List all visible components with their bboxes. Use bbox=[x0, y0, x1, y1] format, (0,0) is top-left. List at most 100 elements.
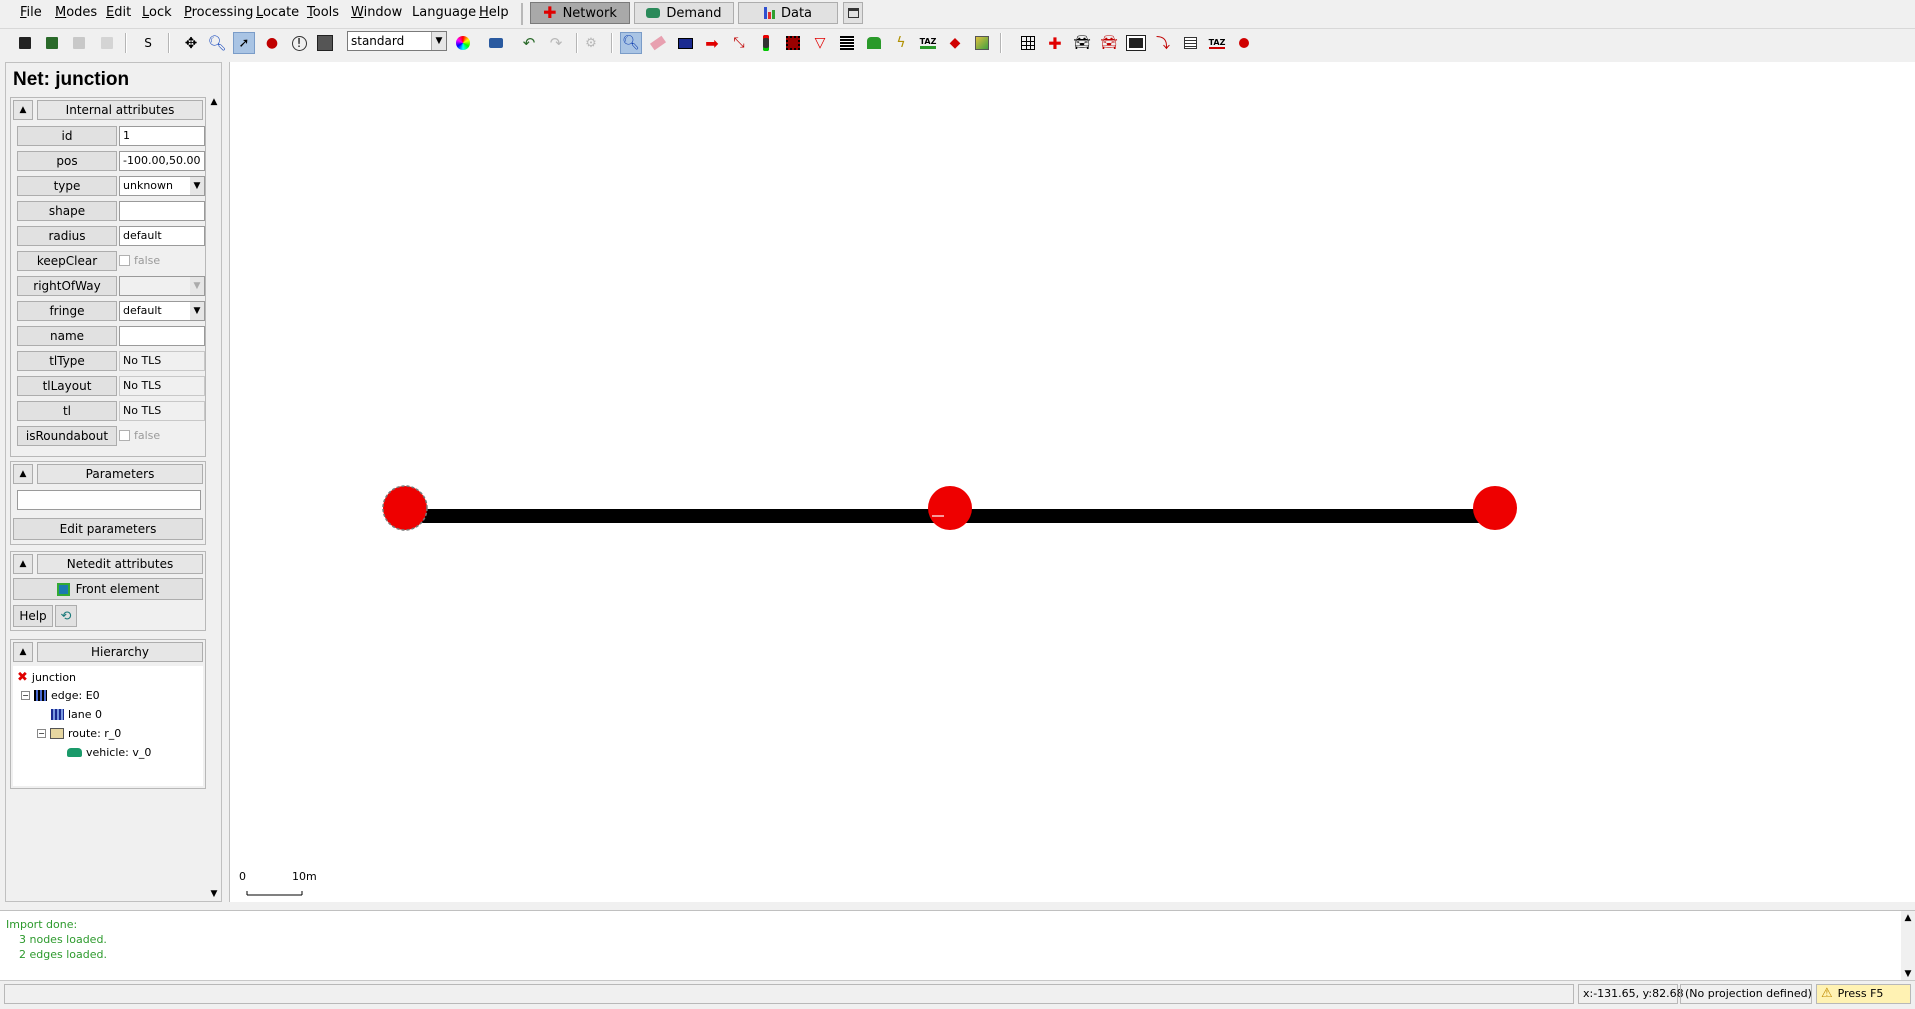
taz-edges-button[interactable]: TAZ bbox=[1206, 32, 1228, 54]
attr-select-rightofway[interactable]: ▼ bbox=[119, 276, 205, 296]
list-button[interactable] bbox=[1179, 32, 1201, 54]
collapse-toggle-icon[interactable]: − bbox=[37, 729, 46, 738]
zoom-button[interactable]: 🔍︎ bbox=[206, 32, 228, 54]
menu-help[interactable]: Help bbox=[479, 5, 509, 20]
attr-input-shape[interactable] bbox=[119, 201, 205, 221]
menu-window[interactable]: Window bbox=[351, 5, 402, 20]
move-element-button[interactable]: ⤡ bbox=[728, 32, 750, 54]
locate-junction-button[interactable]: ● bbox=[261, 32, 283, 54]
message-scrollbar[interactable]: ▲ ▼ bbox=[1901, 911, 1915, 981]
s-button[interactable]: S bbox=[137, 32, 159, 54]
vehicle-red-button[interactable]: 🚘︎ bbox=[1098, 32, 1120, 54]
vehicle-button[interactable]: 🚘︎ bbox=[1071, 32, 1093, 54]
menu-modes[interactable]: Modes bbox=[55, 5, 97, 20]
collapse-netedit-button[interactable]: ▲ bbox=[13, 554, 33, 574]
attr-input-name[interactable] bbox=[119, 326, 205, 346]
prohibition-button[interactable]: ▽ bbox=[809, 32, 831, 54]
reload-button[interactable]: ⟲ bbox=[55, 605, 77, 627]
collapse-hierarchy-button[interactable]: ▲ bbox=[13, 642, 33, 662]
supermode-data-tab[interactable]: Data bbox=[738, 2, 838, 24]
tree-item-vehicle[interactable]: vehicle: v_0 bbox=[67, 746, 151, 759]
scroll-up-icon[interactable]: ▲ bbox=[1901, 911, 1915, 925]
select-mode-button[interactable]: ➚ bbox=[233, 32, 255, 54]
attr-select-fringe[interactable]: default ▼ bbox=[119, 301, 205, 321]
menu-tools[interactable]: Tools bbox=[307, 5, 339, 20]
decal-button[interactable] bbox=[971, 32, 993, 54]
screenshot-button[interactable] bbox=[485, 32, 507, 54]
attr-label-rightofway[interactable]: rightOfWay bbox=[17, 276, 117, 296]
attr-input-pos[interactable]: -100.00,50.00 bbox=[119, 151, 205, 171]
attr-select-type[interactable]: unknown ▼ bbox=[119, 176, 205, 196]
save-disabled-button[interactable] bbox=[68, 32, 90, 54]
collapse-internal-button[interactable]: ▲ bbox=[13, 100, 33, 120]
attr-label-tl[interactable]: tl bbox=[17, 401, 117, 421]
turn-button[interactable]: ⤵ bbox=[1152, 32, 1174, 54]
parameters-input[interactable] bbox=[17, 490, 201, 510]
attr-label-type[interactable]: type bbox=[17, 176, 117, 196]
menu-edit[interactable]: Edit bbox=[106, 5, 131, 20]
attr-label-pos[interactable]: pos bbox=[17, 151, 117, 171]
save-all-button[interactable] bbox=[41, 32, 63, 54]
lane-button[interactable] bbox=[1125, 32, 1147, 54]
scroll-down-icon[interactable]: ▼ bbox=[207, 887, 221, 901]
help-button[interactable]: Help bbox=[13, 605, 53, 627]
attr-checkbox-keepclear[interactable]: false bbox=[119, 254, 160, 267]
supermode-network-tab[interactable]: ✚ Network bbox=[530, 2, 630, 24]
attr-label-shape[interactable]: shape bbox=[17, 201, 117, 221]
save-as-disabled-button[interactable] bbox=[96, 32, 118, 54]
tree-item-junction[interactable]: ✖ junction bbox=[17, 670, 76, 685]
collapse-parameters-button[interactable]: ▲ bbox=[13, 464, 33, 484]
attr-label-keepclear[interactable]: keepClear bbox=[17, 251, 117, 271]
delete-mode-button[interactable] bbox=[647, 32, 669, 54]
tooltip-button[interactable]: ! bbox=[288, 32, 310, 54]
attr-input-id[interactable]: 1 bbox=[119, 126, 205, 146]
grid-button[interactable] bbox=[1017, 32, 1039, 54]
tree-item-lane[interactable]: lane 0 bbox=[51, 708, 102, 721]
junction-3[interactable] bbox=[1473, 486, 1517, 530]
network-canvas[interactable]: 0 10m bbox=[229, 62, 1915, 902]
select-area-button[interactable] bbox=[674, 32, 696, 54]
menu-language[interactable]: Language bbox=[412, 5, 476, 20]
color-scheme-select[interactable]: standard ▼ bbox=[347, 31, 447, 51]
create-edge-button[interactable]: ➡ bbox=[701, 32, 723, 54]
junction-1-selected[interactable] bbox=[382, 485, 428, 531]
menu-lock[interactable]: Lock bbox=[142, 5, 172, 20]
tree-item-edge[interactable]: − edge: E0 bbox=[21, 689, 100, 702]
wire-button[interactable]: ϟ bbox=[890, 32, 912, 54]
edit-parameters-button[interactable]: Edit parameters bbox=[13, 518, 203, 540]
menu-processing[interactable]: Processing bbox=[184, 5, 253, 20]
undo-button[interactable]: ↶ bbox=[518, 32, 540, 54]
tree-item-route[interactable]: − route: r_0 bbox=[37, 727, 121, 740]
shape-button[interactable]: ◆ bbox=[944, 32, 966, 54]
attr-label-radius[interactable]: radius bbox=[17, 226, 117, 246]
scroll-down-icon[interactable]: ▼ bbox=[1901, 967, 1915, 981]
redo-button[interactable]: ↷ bbox=[545, 32, 567, 54]
record-button[interactable] bbox=[1233, 32, 1255, 54]
attr-label-fringe[interactable]: fringe bbox=[17, 301, 117, 321]
attr-label-isroundabout[interactable]: isRoundabout bbox=[17, 426, 117, 446]
connections-button[interactable] bbox=[782, 32, 804, 54]
front-element-button[interactable]: Front element bbox=[13, 578, 203, 600]
press-f5-indicator[interactable]: ⚠ Press F5 bbox=[1816, 984, 1911, 1004]
attr-label-tllayout[interactable]: tlLayout bbox=[17, 376, 117, 396]
junction-shape-button[interactable]: ✚ bbox=[1044, 32, 1066, 54]
attr-input-radius[interactable]: default bbox=[119, 226, 205, 246]
crossing-button[interactable] bbox=[836, 32, 858, 54]
message-area[interactable]: Import done: 3 nodes loaded. 2 edges loa… bbox=[0, 910, 1915, 981]
attr-label-tltype[interactable]: tlType bbox=[17, 351, 117, 371]
color-wheel-button[interactable] bbox=[452, 32, 474, 54]
inspect-mode-button[interactable]: 🔍︎ bbox=[620, 32, 642, 54]
view-settings-button[interactable] bbox=[314, 32, 336, 54]
attr-checkbox-isroundabout[interactable]: false bbox=[119, 429, 160, 442]
menu-locate[interactable]: Locate bbox=[256, 5, 299, 20]
inspect-disabled-button[interactable]: ⚙ bbox=[580, 32, 602, 54]
supermode-demand-tab[interactable]: Demand bbox=[634, 2, 734, 24]
attr-label-id[interactable]: id bbox=[17, 126, 117, 146]
scroll-up-icon[interactable]: ▲ bbox=[207, 95, 221, 109]
additional-button[interactable] bbox=[863, 32, 885, 54]
window-toggle-button[interactable] bbox=[843, 2, 863, 24]
taz-button[interactable]: TAZ bbox=[917, 32, 939, 54]
traffic-light-button[interactable] bbox=[755, 32, 777, 54]
panel-scrollbar[interactable]: ▲ ▼ bbox=[207, 95, 221, 901]
save-network-button[interactable] bbox=[14, 32, 36, 54]
